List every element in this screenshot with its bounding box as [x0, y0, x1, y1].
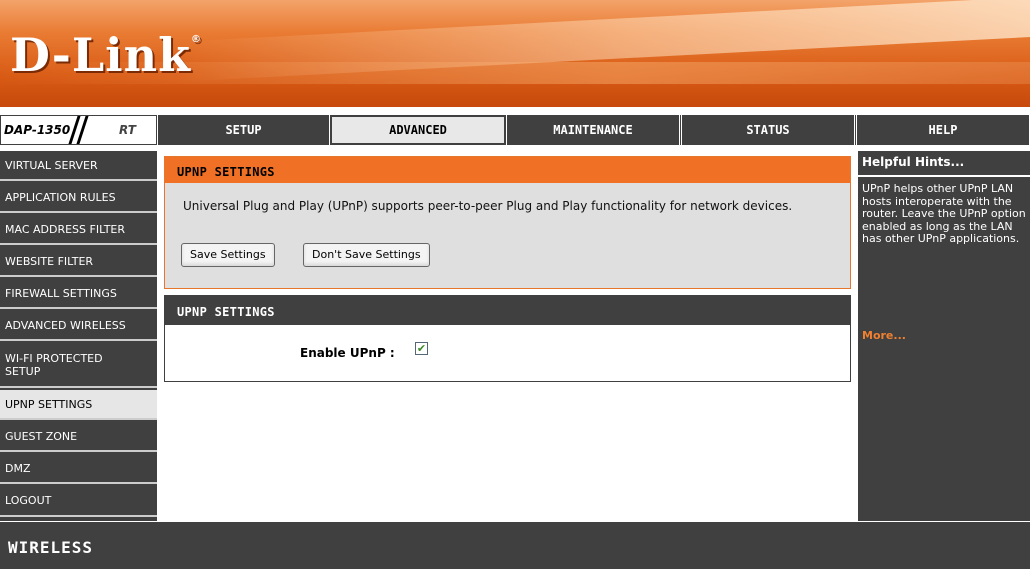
wireless-label: WIRELESS [8, 538, 94, 557]
upnp-settings-panel: UPNP SETTINGS Enable UPnP : ✔ [164, 295, 851, 382]
registered-mark: ® [190, 34, 202, 45]
banner-divider [0, 107, 1030, 110]
top-nav: DAP-1350 RT SETUP ADVANCED MAINTENANCE S… [0, 115, 1030, 145]
logo-text: D-Link [10, 28, 191, 82]
sidebar-item-upnp-settings[interactable]: UPNP SETTINGS [0, 390, 157, 420]
sidebar-item-guest-zone[interactable]: GUEST ZONE [0, 422, 157, 452]
intro-panel-title: UPNP SETTINGS [165, 157, 850, 183]
enable-upnp-label: Enable UPnP : [300, 346, 395, 360]
sidebar-item-mac-address-filter[interactable]: MAC ADDRESS FILTER [0, 215, 157, 245]
sidebar-item-firewall-settings[interactable]: FIREWALL SETTINGS [0, 279, 157, 309]
intro-description: Universal Plug and Play (UPnP) supports … [183, 199, 793, 213]
sidebar-item-website-filter[interactable]: WEBSITE FILTER [0, 247, 157, 277]
model-suffix: RT [119, 123, 136, 137]
help-panel: Helpful Hints... UPnP helps other UPnP L… [858, 151, 1030, 521]
sidebar-item-wifi-protected-setup[interactable]: WI-FI PROTECTED SETUP [0, 343, 157, 388]
dlink-logo: D-Link® [10, 28, 202, 82]
upnp-intro-panel: UPNP SETTINGS Universal Plug and Play (U… [164, 156, 851, 289]
tab-status[interactable]: STATUS [681, 115, 855, 145]
sidebar-item-logout[interactable]: LOGOUT [0, 486, 157, 517]
help-divider [858, 175, 1030, 177]
dont-save-settings-button[interactable]: Don't Save Settings [303, 243, 430, 267]
model-slash-icon [68, 116, 91, 144]
help-title: Helpful Hints... [862, 155, 965, 169]
save-settings-button[interactable]: Save Settings [181, 243, 275, 267]
sidebar-item-advanced-wireless[interactable]: ADVANCED WIRELESS [0, 311, 157, 341]
header-banner: D-Link® [0, 0, 1030, 110]
sidebar-item-dmz[interactable]: DMZ [0, 454, 157, 484]
help-text: UPnP helps other UPnP LAN hosts interope… [862, 182, 1026, 245]
tab-maintenance[interactable]: MAINTENANCE [506, 115, 680, 145]
tab-help[interactable]: HELP [856, 115, 1030, 145]
sidebar: VIRTUAL SERVER APPLICATION RULES MAC ADD… [0, 151, 157, 521]
sidebar-item-application-rules[interactable]: APPLICATION RULES [0, 183, 157, 213]
help-more-link[interactable]: More... [862, 329, 906, 342]
model-name: DAP-1350 [4, 123, 71, 137]
sidebar-item-virtual-server[interactable]: VIRTUAL SERVER [0, 151, 157, 181]
tab-setup[interactable]: SETUP [157, 115, 330, 145]
footer: WIRELESS [0, 522, 1030, 569]
tab-advanced[interactable]: ADVANCED [331, 116, 505, 144]
enable-upnp-checkbox[interactable]: ✔ [415, 342, 428, 355]
model-badge: DAP-1350 RT [0, 115, 157, 145]
settings-panel-title: UPNP SETTINGS [165, 296, 850, 325]
checkmark-icon: ✔ [416, 342, 427, 355]
main-content: UPNP SETTINGS Universal Plug and Play (U… [157, 151, 857, 521]
